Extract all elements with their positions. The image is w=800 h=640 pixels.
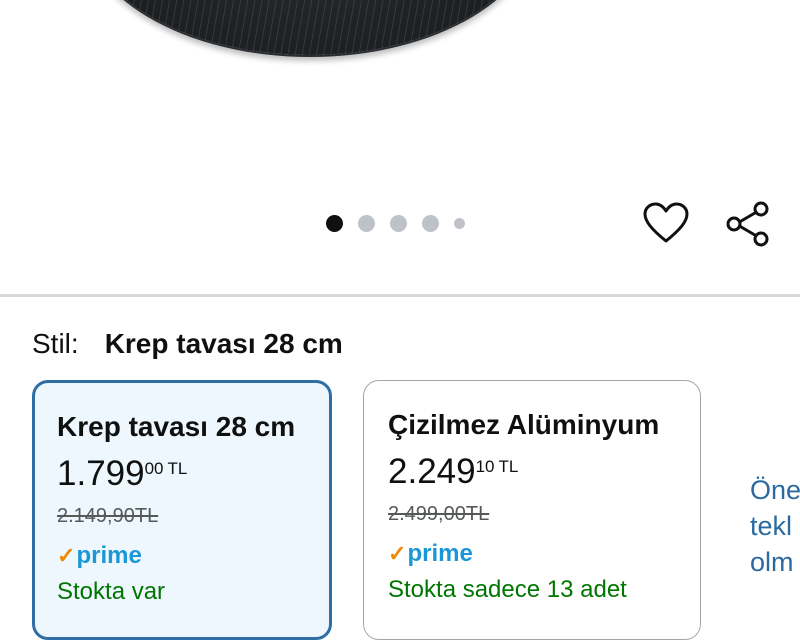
image-carousel-dots[interactable]	[326, 214, 480, 232]
carousel-dot-1[interactable]	[326, 214, 343, 232]
style-selector-label: Stil: Krep tavası 28 cm	[32, 328, 343, 360]
carousel-dot-5[interactable]	[454, 217, 465, 229]
option-title: Çizilmez Alüminyum	[388, 409, 660, 440]
carousel-dot-3[interactable]	[390, 214, 407, 232]
carousel-dot-2[interactable]	[358, 214, 375, 232]
recommended-link[interactable]: Öne tekl olm	[750, 472, 800, 580]
option-price: 2.249 10 TL	[388, 453, 678, 491]
recommended-line: olm	[750, 547, 794, 577]
style-value: Krep tavası 28 cm	[104, 328, 343, 359]
style-key: Stil:	[32, 328, 79, 359]
price-whole: 1.799	[57, 454, 145, 493]
product-image[interactable]	[80, 0, 540, 55]
prime-badge: ✓ prime	[388, 540, 678, 568]
prime-badge: ✓ prime	[57, 542, 307, 570]
style-option-card-cizilmez[interactable]: Çizilmez Alüminyum 2.249 10 TL 2.499,00T…	[363, 380, 701, 640]
prime-label: prime	[407, 540, 473, 567]
favorite-button[interactable]	[641, 198, 691, 248]
price-whole: 2.249	[388, 452, 476, 491]
section-divider	[0, 294, 800, 297]
recommended-line: tekl	[750, 511, 793, 541]
prime-check-icon: ✓	[57, 543, 76, 568]
old-price: 2.499,00TL	[388, 503, 490, 525]
stock-status: Stokta var	[57, 578, 166, 605]
price-fraction: 10	[475, 457, 495, 476]
style-option-card-krep[interactable]: Krep tavası 28 cm 1.799 00 TL 2.149,90TL…	[32, 380, 332, 640]
share-button[interactable]	[722, 198, 774, 250]
heart-outline-icon	[643, 202, 689, 243]
option-title: Krep tavası 28 cm	[57, 411, 296, 442]
prime-label: prime	[76, 542, 142, 569]
carousel-dot-4[interactable]	[422, 214, 439, 232]
price-currency: TL	[498, 457, 519, 476]
price-currency: TL	[167, 459, 188, 478]
prime-check-icon: ✓	[388, 541, 407, 566]
price-fraction: 00	[144, 459, 164, 478]
recommended-line: Öne	[750, 475, 800, 505]
old-price: 2.149,90TL	[57, 505, 159, 527]
share-icon	[726, 201, 769, 247]
option-price: 1.799 00 TL	[57, 455, 307, 493]
